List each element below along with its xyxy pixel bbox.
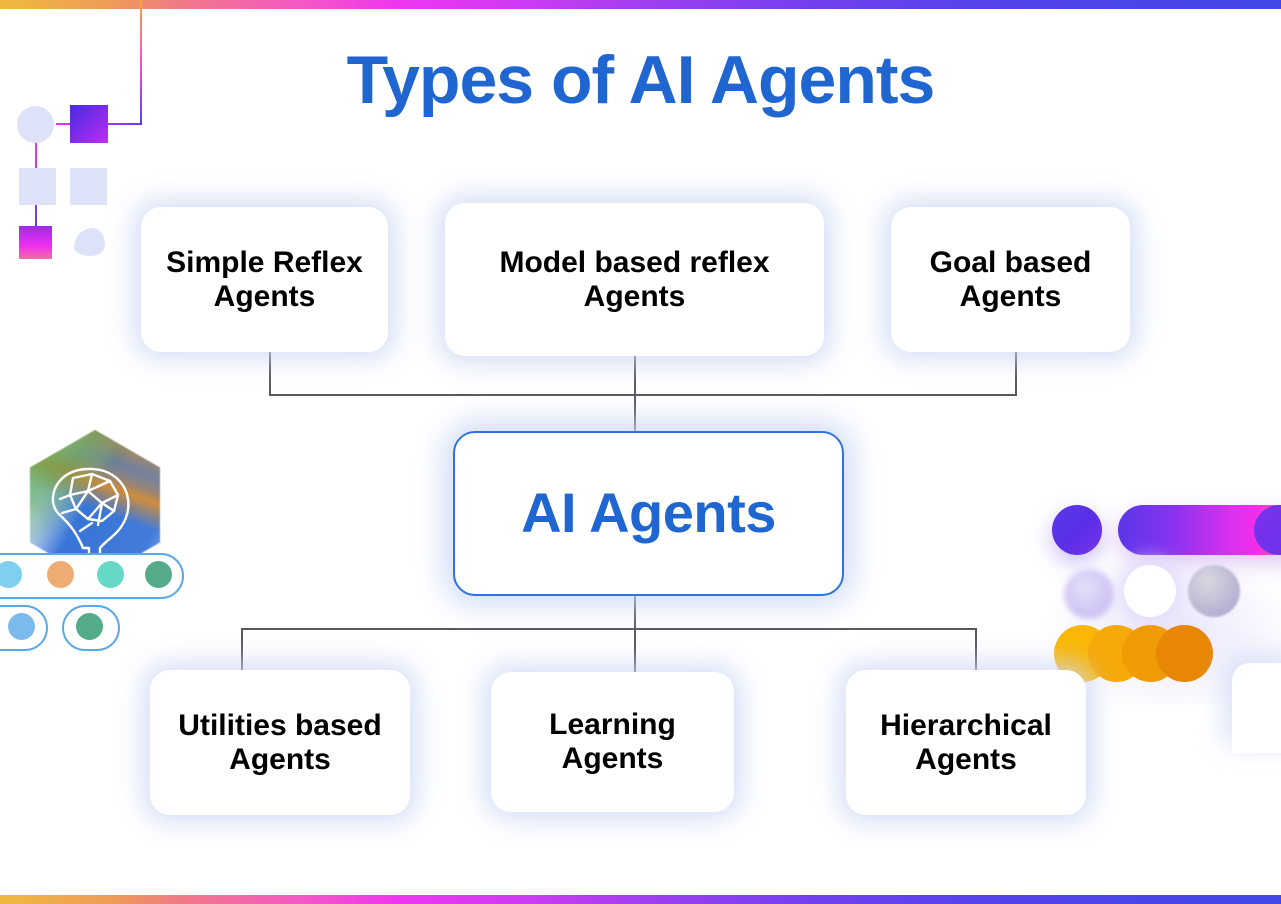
connector-learning-up <box>634 628 636 674</box>
decor-magenta-square-icon <box>19 226 52 259</box>
connector-center-to-bottom-bus <box>634 596 636 629</box>
node-ai-agents-center[interactable]: AI Agents <box>453 431 844 596</box>
connector-hierarchical-up <box>975 628 977 672</box>
node-hierarchical-agents[interactable]: Hierarchical Agents <box>846 670 1086 815</box>
brain-hexagon-illustration <box>0 425 205 651</box>
connector-top-bus-to-center <box>634 394 636 432</box>
node-goal-based-agents[interactable]: Goal based Agents <box>891 207 1130 352</box>
decor-dot-3-icon <box>97 561 124 588</box>
connector-top-bus <box>269 394 1017 396</box>
decor-light-square-a-icon <box>19 168 56 205</box>
decor-dot-6-icon <box>76 613 103 640</box>
decor-dot-2-icon <box>47 561 74 588</box>
decor-soft-circle-2-icon <box>1124 565 1176 617</box>
connector-goal-down <box>1015 352 1017 395</box>
connector-utilities-up <box>241 628 243 672</box>
node-learning-agents[interactable]: Learning Agents <box>491 672 734 812</box>
decor-orange-circle-4-icon <box>1156 625 1213 682</box>
node-model-based-reflex-agents[interactable]: Model based reflex Agents <box>445 203 824 356</box>
decor-soft-circle-3-icon <box>1188 565 1240 617</box>
node-utilities-based-agents[interactable]: Utilities based Agents <box>150 670 410 815</box>
decor-soft-circle-1-icon <box>1064 569 1114 619</box>
decor-purple-circle-icon <box>1052 505 1102 555</box>
poster-canvas: Types of AI Agents Simple Reflex Agents … <box>0 0 1281 904</box>
connector-simple-down <box>269 352 271 395</box>
decor-blob-icon <box>74 228 105 256</box>
connector-model-down <box>634 356 636 395</box>
node-simple-reflex-agents[interactable]: Simple Reflex Agents <box>141 207 388 352</box>
decor-dot-4-icon <box>145 561 172 588</box>
page-title: Types of AI Agents <box>346 42 936 118</box>
connector-bottom-bus <box>241 628 977 630</box>
decor-white-panel <box>1232 663 1281 753</box>
bottom-gradient-bar <box>0 895 1281 904</box>
decor-light-square-b-icon <box>70 168 107 205</box>
decor-dot-5-icon <box>8 613 35 640</box>
